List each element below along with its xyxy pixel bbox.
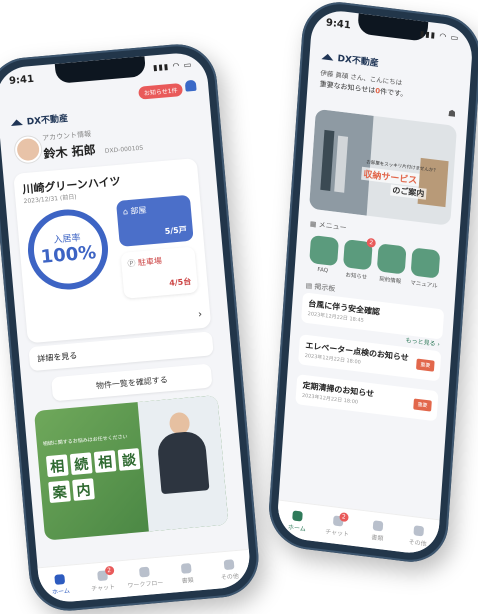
notices-badge: 2 xyxy=(366,237,377,248)
door-icon: ⌂ xyxy=(122,207,129,217)
property-list-label: 物件一覧を確認する xyxy=(95,375,169,391)
brand-name: DX不動産 xyxy=(26,114,69,128)
banner-char: 続 xyxy=(69,452,93,476)
account-id: DXD-00010S xyxy=(104,144,144,155)
parking-tile[interactable]: Ⓟ 駐車場 4/5台 xyxy=(120,246,199,299)
parking-value: 4/5台 xyxy=(168,276,192,288)
tab-label: チャット xyxy=(90,583,116,593)
banner-char: 談 xyxy=(117,448,141,471)
workflow-icon xyxy=(138,566,150,577)
house-logo-icon xyxy=(321,52,334,61)
chat-badge: 2 xyxy=(339,511,349,522)
right-phone: 9:41 ▮▮▮ ◠ ▭ DX不動産 伊藤 眞碩 さん、こんにちは 重要なお知ら… xyxy=(266,0,478,567)
news-tag: 重要 xyxy=(413,398,432,412)
right-screen: 9:41 ▮▮▮ ◠ ▭ DX不動産 伊藤 眞碩 さん、こんにちは 重要なお知ら… xyxy=(276,7,474,557)
left-phone: 9:41 ▮▮▮ ◠ ▭ お知らせ1件 DX不動産 アカウント情報 鈴木 拓郎 … xyxy=(0,41,262,614)
menu-title-label: メニュー xyxy=(318,220,347,233)
banner-char: 相 xyxy=(93,450,117,473)
house-logo-icon xyxy=(10,118,23,126)
contract-button[interactable] xyxy=(376,243,407,275)
banner-char: 相 xyxy=(45,454,69,478)
tab-label: 書類 xyxy=(181,576,194,585)
profile-icon[interactable]: ☗ xyxy=(447,109,456,120)
signal-icon: ▮▮▮ ◠ ▭ xyxy=(419,28,460,43)
inheritance-banner[interactable]: 相続に関するお悩みはお任せください 相 続 相 談 案 内 xyxy=(33,395,229,541)
chevron-right-icon[interactable]: › xyxy=(198,309,203,320)
tab-home[interactable]: ホーム xyxy=(277,508,318,534)
tab-documents[interactable]: 書類 xyxy=(166,561,208,585)
tab-label: その他 xyxy=(408,538,427,548)
banner-char: 内 xyxy=(72,478,95,501)
brand-logo: DX不動産 xyxy=(321,49,379,69)
status-time: 9:41 xyxy=(8,73,35,87)
tab-label: その他 xyxy=(220,572,240,581)
manual-label: マニュアル xyxy=(410,280,438,290)
document-icon xyxy=(181,562,192,574)
tab-home[interactable]: ホーム xyxy=(40,572,82,596)
rooms-tile[interactable]: ⌂ 部屋 5/5戸 xyxy=(115,194,194,247)
board-title-label: 掲示板 xyxy=(314,282,336,294)
banner-person xyxy=(156,430,210,495)
account-info: アカウント情報 鈴木 拓郎 DXD-00010S xyxy=(42,125,144,163)
avatar[interactable] xyxy=(14,135,43,164)
tab-label: ホーム xyxy=(287,523,306,533)
bell-icon[interactable] xyxy=(184,79,197,92)
bottom-tab-bar: ホーム チャット 2 書類 その他 xyxy=(276,499,440,557)
tab-label: ワークフロー xyxy=(127,578,164,590)
parking-label: 駐車場 xyxy=(137,256,163,268)
tab-chat[interactable]: チャット 2 xyxy=(317,511,358,539)
brand-name: DX不動産 xyxy=(337,54,379,70)
tab-chat[interactable]: チャット 2 xyxy=(82,565,124,593)
banner-small-text: 相続に関するお悩みはお任せください xyxy=(42,434,128,448)
menu-title: ▦ メニュー xyxy=(309,219,347,233)
home-icon xyxy=(292,509,304,522)
tab-documents[interactable]: 書類 xyxy=(357,518,398,544)
tab-more[interactable]: その他 xyxy=(208,557,250,581)
manual-button[interactable] xyxy=(410,247,441,279)
notice-pill[interactable]: お知らせ1件 xyxy=(138,82,184,100)
more-label: もっと見る xyxy=(405,337,436,348)
occupancy-value: 100% xyxy=(39,242,98,268)
tab-label: 書類 xyxy=(371,533,384,543)
banner-title-row-2: 案 内 xyxy=(48,478,95,504)
unread-suffix: 件です。 xyxy=(379,87,408,99)
status-time: 9:41 xyxy=(325,17,352,32)
rooms-label: 部屋 xyxy=(130,205,147,216)
details-label: 詳細を見る xyxy=(37,351,78,364)
tab-label: ホーム xyxy=(51,587,71,596)
more-icon xyxy=(223,558,235,570)
property-list-button[interactable]: 物件一覧を確認する xyxy=(51,363,213,402)
news-item[interactable]: 定期清掃のお知らせ 2023年12月22日 18:00 重要 xyxy=(295,374,439,422)
bottom-tab-bar: ホーム チャット 2 ワークフロー 書類 その他 xyxy=(37,548,252,605)
tab-workflow[interactable]: ワークフロー xyxy=(124,565,166,589)
faq-button[interactable] xyxy=(309,234,339,267)
account-name: 鈴木 拓郎 xyxy=(42,142,97,162)
banner-char: 案 xyxy=(48,480,71,504)
tab-more[interactable]: その他 xyxy=(398,523,439,549)
home-icon xyxy=(54,573,66,585)
rooms-value: 5/5戸 xyxy=(164,225,188,236)
storage-banner[interactable]: お部屋をスッキリ片付けませんか? 収納サービス のご案内 xyxy=(308,108,458,226)
property-card[interactable]: 川崎グリーンハイツ 2023/12/31 (前日) 入居率 100% ⌂ 部屋 … xyxy=(13,157,212,344)
brand-logo: DX不動産 xyxy=(10,111,68,129)
tab-label: チャット xyxy=(324,527,350,538)
chat-badge: 2 xyxy=(104,565,115,576)
left-screen: 9:41 ▮▮▮ ◠ ▭ お知らせ1件 DX不動産 アカウント情報 鈴木 拓郎 … xyxy=(0,50,252,605)
parking-icon: Ⓟ xyxy=(127,258,136,269)
occupancy-ring: 入居率 100% xyxy=(24,206,112,293)
news-tag: 重要 xyxy=(415,358,435,372)
news-item[interactable]: 台風に伴う安全確認 2023年12月22日 18:45 xyxy=(301,292,445,340)
signal-icon: ▮▮▮ ◠ ▭ xyxy=(152,59,193,73)
more-icon xyxy=(413,524,424,536)
banner-title-row-1: 相 続 相 談 xyxy=(45,448,141,478)
document-icon xyxy=(372,519,384,531)
